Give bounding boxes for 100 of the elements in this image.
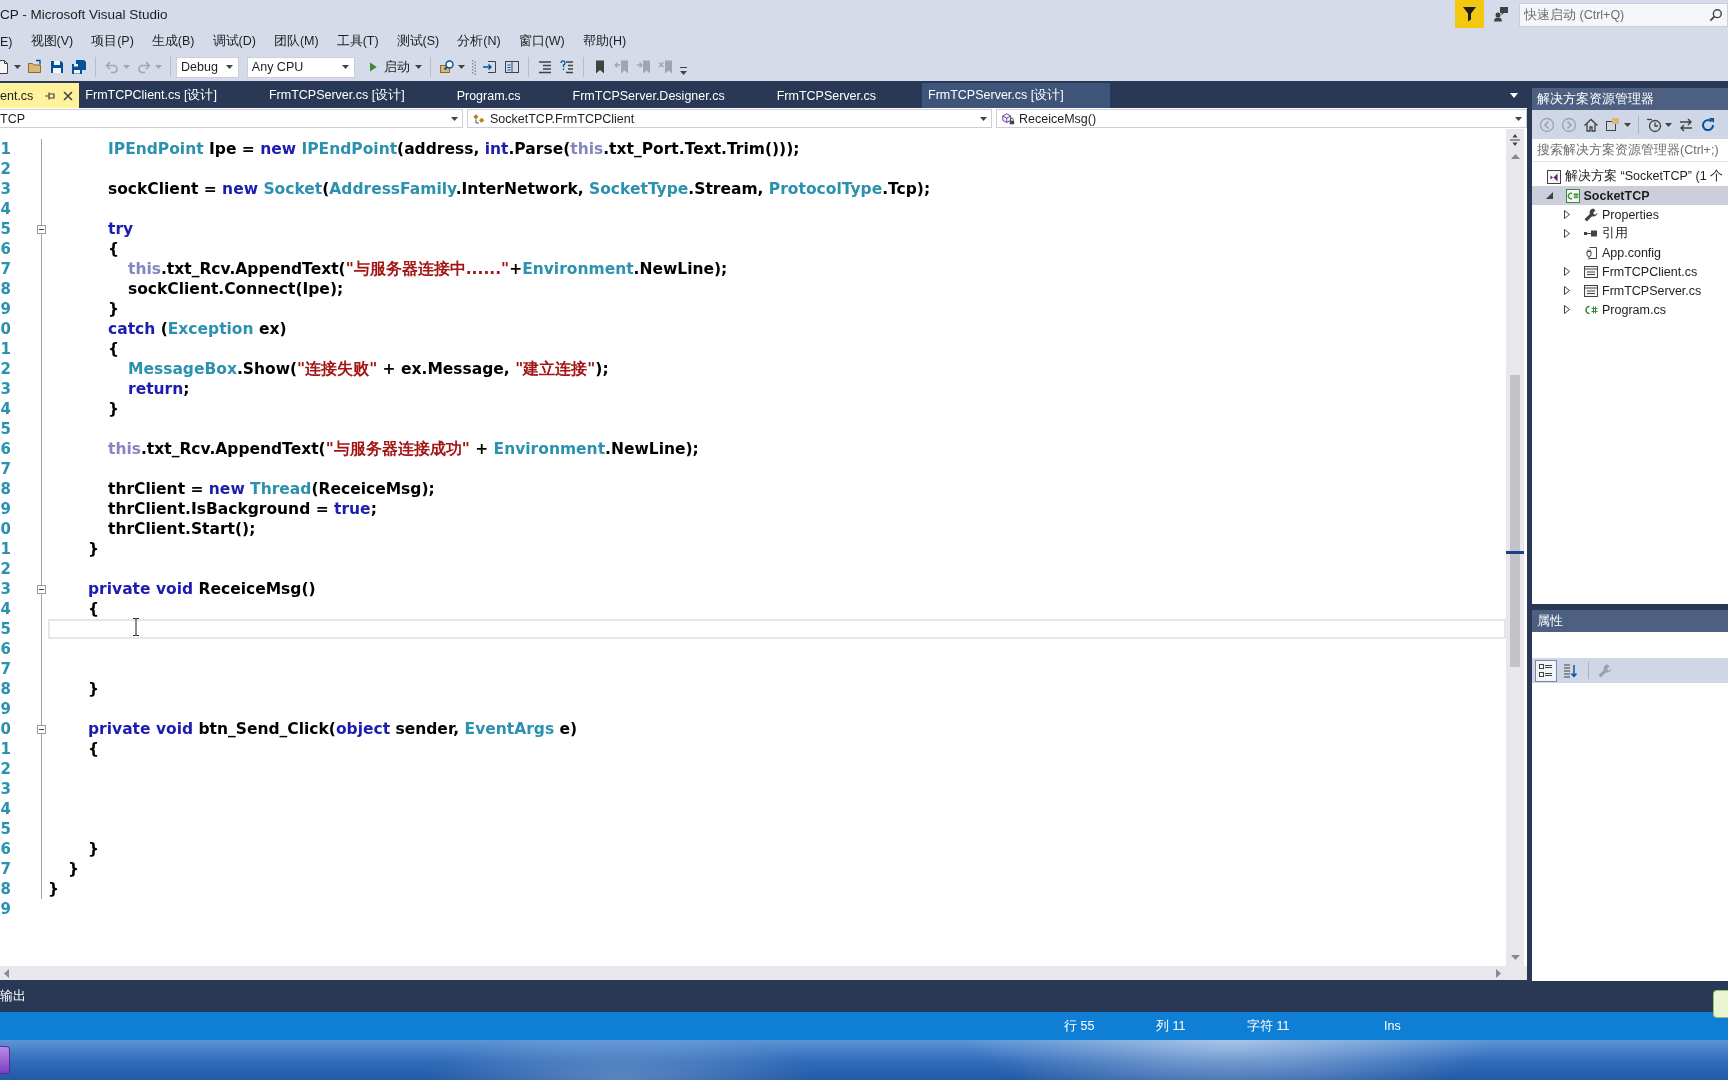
menu-item[interactable]: 调试(D) <box>203 33 265 50</box>
start-button[interactable]: 启动 <box>363 56 425 78</box>
filter-icon[interactable] <box>1455 0 1484 28</box>
scroll-right-icon[interactable] <box>1496 968 1501 978</box>
code-line: } <box>68 859 80 879</box>
member-dropdown[interactable]: ReceiceMsg() <box>996 109 1527 128</box>
line-number: 1 <box>0 339 11 359</box>
document-tab[interactable]: FrmTCPServer.cs <box>770 83 922 108</box>
scroll-thumb[interactable] <box>1510 375 1520 667</box>
tree-item[interactable]: FrmTCPServer.cs <box>1532 281 1728 300</box>
tree-item[interactable]: SocketTCP <box>1532 186 1728 205</box>
output-tab[interactable]: 输出 <box>0 988 26 1005</box>
person-chat-icon[interactable] <box>1493 6 1509 22</box>
overflow-icon[interactable] <box>679 66 687 76</box>
expander-icon[interactable] <box>1564 267 1570 276</box>
scroll-down-icon[interactable] <box>1510 955 1520 960</box>
menu-item[interactable]: 生成(B) <box>142 33 204 50</box>
caret-icon[interactable] <box>980 116 987 121</box>
tree-item[interactable]: FrmTCPClient.cs <box>1532 262 1728 281</box>
caret-icon[interactable] <box>1665 122 1672 127</box>
tree-item[interactable]: App.config <box>1532 243 1728 262</box>
caret-icon[interactable] <box>1510 93 1518 98</box>
menu-item[interactable]: 项目(P) <box>82 33 143 50</box>
menu-item[interactable]: 窗口(W) <box>509 33 574 50</box>
tree-item[interactable]: 解决方案 “SocketTCP” (1 个 <box>1532 167 1728 186</box>
project-dropdown[interactable]: TCP <box>0 109 463 128</box>
document-tab[interactable]: FrmTCPServer.Designer.cs <box>566 83 771 108</box>
class-dropdown[interactable]: SocketTCP.FrmTCPClient <box>467 109 992 128</box>
line-position: 行 55 <box>1064 1017 1096 1035</box>
line-number: 9 <box>0 699 11 719</box>
menu-item[interactable]: 团队(M) <box>264 33 328 50</box>
expander-icon[interactable] <box>1564 286 1570 295</box>
scroll-left-icon[interactable] <box>4 968 9 978</box>
caret-icon[interactable] <box>1624 122 1631 127</box>
code-line: } <box>88 679 100 699</box>
vertical-scrollbar[interactable] <box>1506 129 1524 966</box>
expander-icon[interactable] <box>1564 305 1570 314</box>
expander-icon[interactable] <box>1564 210 1570 219</box>
grip-icon[interactable] <box>471 59 476 75</box>
expander-icon[interactable] <box>1564 229 1570 238</box>
line-number: 6 <box>0 639 11 659</box>
marker-icon <box>1506 551 1524 554</box>
menu-item[interactable]: 测试(S) <box>387 33 449 50</box>
tree-item[interactable]: Program.cs <box>1532 300 1728 319</box>
menu-item[interactable]: 分析(N) <box>448 33 510 50</box>
quick-launch-field[interactable]: 快速启动 (Ctrl+Q) <box>1519 3 1728 27</box>
menu-item[interactable]: 工具(T) <box>327 33 388 50</box>
collapse-icon[interactable] <box>37 724 46 734</box>
line-number: 4 <box>0 199 11 219</box>
code-line: } <box>48 879 60 899</box>
code-line: private void ReceiceMsg() <box>88 579 316 599</box>
line-number: 6 <box>0 439 11 459</box>
insert-mode: Ins <box>1384 1019 1402 1033</box>
collapse-icon[interactable] <box>37 584 46 594</box>
text-cursor-icon <box>132 618 140 636</box>
scroll-up-icon[interactable] <box>1510 154 1520 159</box>
categorized-list-icon[interactable] <box>1535 659 1557 682</box>
caret-icon[interactable] <box>14 65 21 69</box>
search-icon[interactable] <box>1709 8 1723 22</box>
config-file-icon <box>1583 244 1599 261</box>
tree-item[interactable]: Properties <box>1532 205 1728 224</box>
line-number: 7 <box>0 859 11 879</box>
code-line: sockClient = new Socket(AddressFamily.InterNetwork, SocketType.Stream, ProtocolType.Tcp); <box>108 179 931 199</box>
document-tab[interactable]: ent.cs <box>0 83 80 108</box>
code-line: return; <box>128 379 190 399</box>
dropdown[interactable]: Any CPU <box>246 56 355 78</box>
code-line: this.txt_Rcv.AppendText("与服务器连接中......"+Environment.NewLine); <box>128 259 728 279</box>
line-number: 8 <box>0 679 11 699</box>
caret-icon[interactable] <box>414 65 422 69</box>
document-tab[interactable]: FrmTCPClient.cs [设计] <box>79 83 263 108</box>
dropdown[interactable]: Debug <box>176 56 239 78</box>
line-number: 3 <box>0 579 11 599</box>
caret-icon[interactable] <box>457 65 465 69</box>
collapse-icon[interactable] <box>37 224 46 234</box>
line-number: 2 <box>0 559 11 579</box>
search-field[interactable]: 搜索解决方案资源管理器(Ctrl+;) <box>1532 139 1728 162</box>
code-line: { <box>88 739 100 759</box>
line-number: 1 <box>0 139 11 159</box>
menu-item[interactable]: 视图(V) <box>21 33 83 50</box>
menu-item[interactable]: 帮助(H) <box>573 33 636 50</box>
solution-icon <box>1546 168 1562 185</box>
menu-item[interactable]: E) <box>0 34 22 49</box>
expander-icon[interactable] <box>1545 192 1553 199</box>
caret-icon[interactable] <box>1515 116 1522 121</box>
line-number: 3 <box>0 179 11 199</box>
line-number: 4 <box>0 399 11 419</box>
horizontal-scrollbar[interactable] <box>0 966 1527 980</box>
caret-icon[interactable] <box>341 65 349 69</box>
document-tab[interactable]: Program.cs <box>450 83 567 108</box>
document-tab[interactable]: FrmTCPServer.cs [设计] <box>922 83 1110 108</box>
tree-item[interactable]: 引用 <box>1532 224 1728 243</box>
line-number: 6 <box>0 839 11 859</box>
split-handle-icon[interactable] <box>1509 134 1521 146</box>
close-icon[interactable] <box>62 89 75 102</box>
document-tab[interactable]: FrmTCPServer.cs [设计] <box>262 83 451 108</box>
caret-icon[interactable] <box>451 116 458 121</box>
line-number: 6 <box>0 239 11 259</box>
app-icon[interactable] <box>0 1046 10 1074</box>
caret-icon[interactable] <box>225 65 233 69</box>
code-line: IPEndPoint Ipe = new IPEndPoint(address, int.Parse(this.txt_Port.Text.Trim())); <box>108 139 800 159</box>
